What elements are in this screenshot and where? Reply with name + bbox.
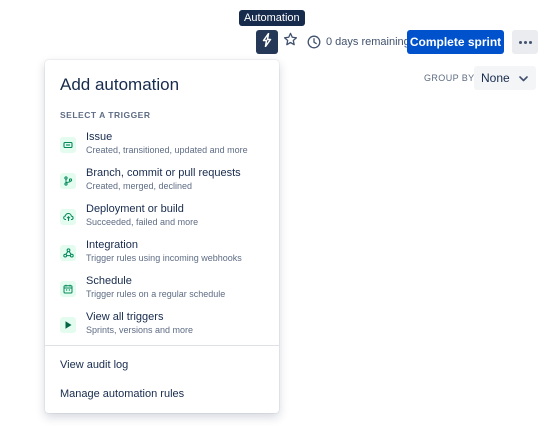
trigger-label: Schedule	[86, 275, 132, 287]
more-actions-button[interactable]	[512, 30, 538, 54]
automation-button[interactable]	[256, 30, 278, 54]
star-icon	[283, 32, 298, 52]
issue-icon	[60, 137, 76, 153]
trigger-description: Trigger rules on a regular schedule	[86, 289, 226, 299]
trigger-integration[interactable]: Integration Trigger rules using incoming…	[60, 239, 270, 269]
trigger-branch[interactable]: Branch, commit or pull requests Created,…	[60, 167, 270, 197]
menu-divider	[45, 345, 279, 346]
group-by-value: None	[481, 71, 510, 85]
trigger-description: Trigger rules using incoming webhooks	[86, 253, 242, 263]
group-by-label: GROUP BY	[424, 73, 475, 83]
trigger-label: Branch, commit or pull requests	[86, 167, 241, 179]
complete-sprint-button[interactable]: Complete sprint	[407, 30, 504, 54]
trigger-description: Created, transitioned, updated and more	[86, 145, 248, 155]
page: Automation 0 days remaining Complete spr…	[0, 0, 550, 426]
trigger-label: Integration	[86, 239, 138, 251]
lightning-bolt-icon	[261, 32, 273, 52]
trigger-view-all[interactable]: View all triggers Sprints, versions and …	[60, 311, 270, 341]
more-horizontal-icon	[518, 40, 533, 44]
trigger-label: Issue	[86, 131, 113, 143]
section-label: SELECT A TRIGGER	[60, 110, 151, 120]
webhook-icon	[60, 245, 76, 261]
days-remaining-text: 0 days remaining	[326, 36, 410, 48]
clock-icon	[307, 35, 321, 49]
calendar-icon	[60, 281, 76, 297]
view-audit-log-link[interactable]: View audit log	[60, 359, 128, 372]
play-icon	[60, 317, 76, 333]
trigger-deployment[interactable]: Deployment or build Succeeded, failed an…	[60, 203, 270, 233]
trigger-issue[interactable]: Issue Created, transitioned, updated and…	[60, 131, 270, 161]
add-automation-dropdown: Add automation SELECT A TRIGGER Issue Cr…	[45, 60, 279, 413]
cloud-upload-icon	[60, 209, 76, 225]
chevron-down-icon	[518, 71, 528, 85]
trigger-description: Sprints, versions and more	[86, 325, 194, 335]
trigger-label: View all triggers	[86, 311, 164, 323]
trigger-schedule[interactable]: Schedule Trigger rules on a regular sche…	[60, 275, 270, 305]
board-toolbar: 0 days remaining Complete sprint	[0, 30, 550, 56]
star-button[interactable]	[282, 32, 298, 52]
group-by-select[interactable]: None	[474, 66, 536, 90]
automation-tooltip: Automation	[239, 10, 305, 26]
trigger-label: Deployment or build	[86, 203, 184, 215]
branch-icon	[60, 173, 76, 189]
trigger-description: Created, merged, declined	[86, 181, 193, 191]
manage-automation-rules-link[interactable]: Manage automation rules	[60, 388, 184, 401]
panel-title: Add automation	[60, 75, 180, 94]
trigger-description: Succeeded, failed and more	[86, 217, 199, 227]
